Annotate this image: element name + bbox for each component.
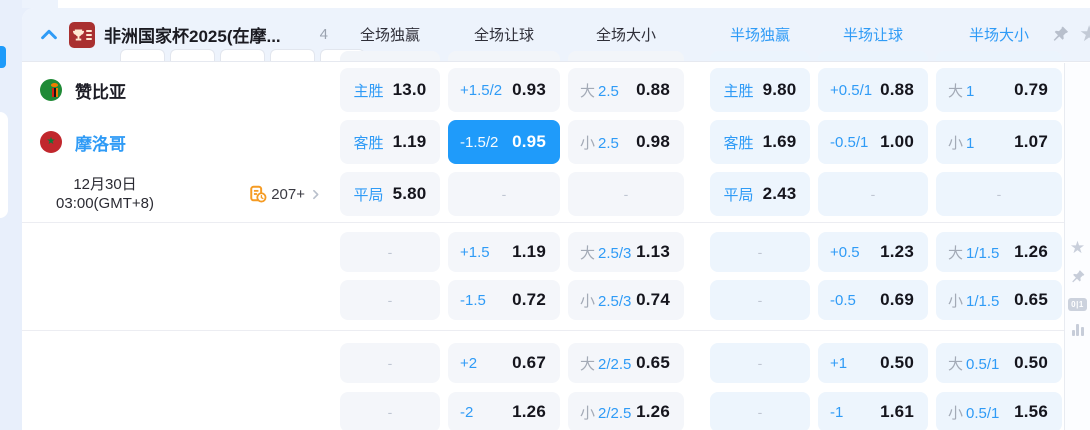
star-icon[interactable]: ★ xyxy=(1079,23,1090,45)
odds-cell-ht-under-alt[interactable]: 小 1/1.5 0.65 xyxy=(936,280,1062,320)
alt-market-section-2: - +2 0.67 大 2/2.5 0.65 - +1 0.50 大 0.5/1 0.50 … xyxy=(22,330,1064,430)
away-team[interactable]: ★ 摩洛哥 xyxy=(22,130,332,155)
odds-cell-ht-handicap-alt[interactable]: +1 0.50 xyxy=(818,343,928,383)
favorite-star-icon[interactable]: ★ xyxy=(1070,239,1085,256)
odds-cell-empty: - xyxy=(340,343,440,383)
odds-cell-empty: - xyxy=(568,172,684,216)
adjacent-card-fragment xyxy=(22,0,58,8)
odds-cell-ht-over[interactable]: 大 1 0.79 xyxy=(936,68,1062,112)
odds-cell-ht-over-alt[interactable]: 大 1/1.5 1.26 xyxy=(936,232,1062,272)
odds-cell-ft-handicap-alt[interactable]: -1.5 0.72 xyxy=(448,280,560,320)
odds-cell-ft-draw[interactable]: 平局 5.80 xyxy=(340,172,440,216)
column-header-ht-win: 半场独赢 xyxy=(729,27,790,44)
odds-cell-ht-win-away[interactable]: 客胜 1.69 xyxy=(710,120,810,164)
home-team-row: 赞比亚 主胜 13.0 +1.5/2 0.93 大 2.5 0.88 主胜 9.80 +0… xyxy=(22,68,1064,112)
league-title-group: 非洲国家杯2025(在摩... 4 xyxy=(22,21,332,48)
left-panel-fragment-white xyxy=(0,112,8,218)
odds-cell-ft-over-alt[interactable]: 大 2/2.5 0.65 xyxy=(568,343,684,383)
chevron-right-icon xyxy=(313,189,319,199)
odds-cell-ht-draw[interactable]: 平局 2.43 xyxy=(710,172,810,216)
odds-cell-ft-under-alt[interactable]: 小 2/2.5 1.26 xyxy=(568,392,684,430)
odds-cell-empty: - xyxy=(340,280,440,320)
odds-cell-ft-handicap-alt[interactable]: -2 1.26 xyxy=(448,392,560,430)
main-market-section: 赞比亚 主胜 13.0 +1.5/2 0.93 大 2.5 0.88 主胜 9.80 +0… xyxy=(22,62,1064,222)
column-header-ft-handicap: 全场让球 xyxy=(473,27,534,44)
odds-cell-empty: - xyxy=(710,280,810,320)
odds-cell-ft-handicap-alt[interactable]: +1.5 1.19 xyxy=(448,232,560,272)
more-markets-link[interactable]: 207+ xyxy=(249,185,322,203)
pin-icon[interactable] xyxy=(1070,269,1086,285)
home-team[interactable]: 赞比亚 xyxy=(22,78,332,103)
league-odds-card: 非洲国家杯2025(在摩... 4 全场独赢 全场让球 全场大小 半场独赢 半场… xyxy=(22,8,1090,430)
column-header-ht-handicap: 半场让球 xyxy=(842,27,903,44)
history-doc-clock-icon xyxy=(250,185,267,203)
scrolled-tab-peeks xyxy=(120,49,365,61)
alt-market-section-1: - +1.5 1.19 大 2.5/3 1.13 - +0.5 1.23 大 1/1.5 1… xyxy=(22,222,1064,330)
odds-cell-ft-under[interactable]: 小 2.5 0.98 xyxy=(568,120,684,164)
match-date: 12月30日 xyxy=(73,175,137,193)
draw-row: 12月30日 03:00(GMT+8) 207+ 平局 5.80 - - 平局 2.… xyxy=(22,172,1064,216)
zambia-flag-icon xyxy=(40,79,62,101)
league-header: 非洲国家杯2025(在摩... 4 全场独赢 全场让球 全场大小 半场独赢 半场… xyxy=(22,8,1090,62)
odds-cell-empty: - xyxy=(340,232,440,272)
odds-cell-ht-over-alt[interactable]: 大 0.5/1 0.50 xyxy=(936,343,1062,383)
away-team-row: ★ 摩洛哥 客胜 1.19 -1.5/2 0.95 小 2.5 0.98 客胜 1.69 … xyxy=(22,120,1064,164)
odds-cell-ft-handicap-home[interactable]: +1.5/2 0.93 xyxy=(448,68,560,112)
odds-cell-ft-handicap-away-selected[interactable]: -1.5/2 0.95 xyxy=(448,120,560,164)
odds-cell-ft-handicap-alt[interactable]: +2 0.67 xyxy=(448,343,560,383)
alt-odds-row: - +1.5 1.19 大 2.5/3 1.13 - +0.5 1.23 大 1/1.5 1… xyxy=(22,232,1064,272)
match-time: 03:00(GMT+8) xyxy=(56,195,154,212)
league-logo-icon xyxy=(69,21,95,48)
more-markets-count: 207+ xyxy=(271,185,305,203)
odds-cell-ht-handicap-alt[interactable]: -0.5 0.69 xyxy=(818,280,928,320)
odds-cell-empty: - xyxy=(710,232,810,272)
odds-cell-ft-over-alt[interactable]: 大 2.5/3 1.13 xyxy=(568,232,684,272)
right-tool-strip: ★ 0|1 xyxy=(1064,63,1090,430)
odds-cell-ht-handicap-alt[interactable]: -1 1.61 xyxy=(818,392,928,430)
home-team-name: 赞比亚 xyxy=(75,82,126,102)
alt-odds-row: - -1.5 0.72 小 2.5/3 0.74 - -0.5 0.69 小 1/1.5 0… xyxy=(22,280,1064,320)
odds-cell-ht-win-home[interactable]: 主胜 9.80 xyxy=(710,68,810,112)
odds-cell-empty: - xyxy=(340,392,440,430)
odds-content: 赞比亚 主胜 13.0 +1.5/2 0.93 大 2.5 0.88 主胜 9.80 +0… xyxy=(22,62,1064,430)
column-header-ht-ou: 半场大小 xyxy=(968,27,1029,44)
odds-cell-ht-under[interactable]: 小 1 1.07 xyxy=(936,120,1062,164)
odds-cell-empty: - xyxy=(936,172,1062,216)
alt-odds-row: - +2 0.67 大 2/2.5 0.65 - +1 0.50 大 0.5/1 0.50 xyxy=(22,343,1064,383)
odds-cell-empty: - xyxy=(710,343,810,383)
odds-cell-ht-under-alt[interactable]: 小 0.5/1 1.56 xyxy=(936,392,1062,430)
odds-cell-ft-over[interactable]: 大 2.5 0.88 xyxy=(568,68,684,112)
alt-odds-row: - -2 1.26 小 2/2.5 1.26 - -1 1.61 小 0.5/1 1.56 xyxy=(22,392,1064,430)
match-datetime: 12月30日 03:00(GMT+8) xyxy=(22,175,188,214)
collapse-chevron-up-icon[interactable] xyxy=(38,24,60,46)
odds-cell-empty: - xyxy=(448,172,560,216)
match-count: 4 xyxy=(319,26,328,43)
pin-icon[interactable] xyxy=(1051,25,1070,44)
odds-cell-ft-under-alt[interactable]: 小 2.5/3 0.74 xyxy=(568,280,684,320)
league-title[interactable]: 非洲国家杯2025(在摩... xyxy=(104,22,281,47)
odds-cell-empty: - xyxy=(710,392,810,430)
match-info: 12月30日 03:00(GMT+8) 207+ xyxy=(22,172,332,216)
column-header-ft-win: 全场独赢 xyxy=(359,27,420,44)
left-panel-fragment-blue xyxy=(0,46,6,68)
morocco-flag-icon: ★ xyxy=(40,131,62,153)
odds-cell-ft-win-away[interactable]: 客胜 1.19 xyxy=(340,120,440,164)
bar-chart-icon[interactable] xyxy=(1071,324,1084,336)
odds-cell-empty: - xyxy=(818,172,928,216)
header-pin-group: ★ xyxy=(1051,23,1090,45)
column-header-ft-ou: 全场大小 xyxy=(595,27,656,44)
odds-cell-ht-handicap-home[interactable]: +0.5/1 0.88 xyxy=(818,68,928,112)
odds-format-toggle[interactable]: 0|1 xyxy=(1068,298,1087,311)
page-top-band xyxy=(58,0,1090,8)
away-team-name: 摩洛哥 xyxy=(75,134,126,154)
odds-cell-ft-win-home[interactable]: 主胜 13.0 xyxy=(340,68,440,112)
odds-cell-ht-handicap-alt[interactable]: +0.5 1.23 xyxy=(818,232,928,272)
odds-cell-ht-handicap-away[interactable]: -0.5/1 1.00 xyxy=(818,120,928,164)
